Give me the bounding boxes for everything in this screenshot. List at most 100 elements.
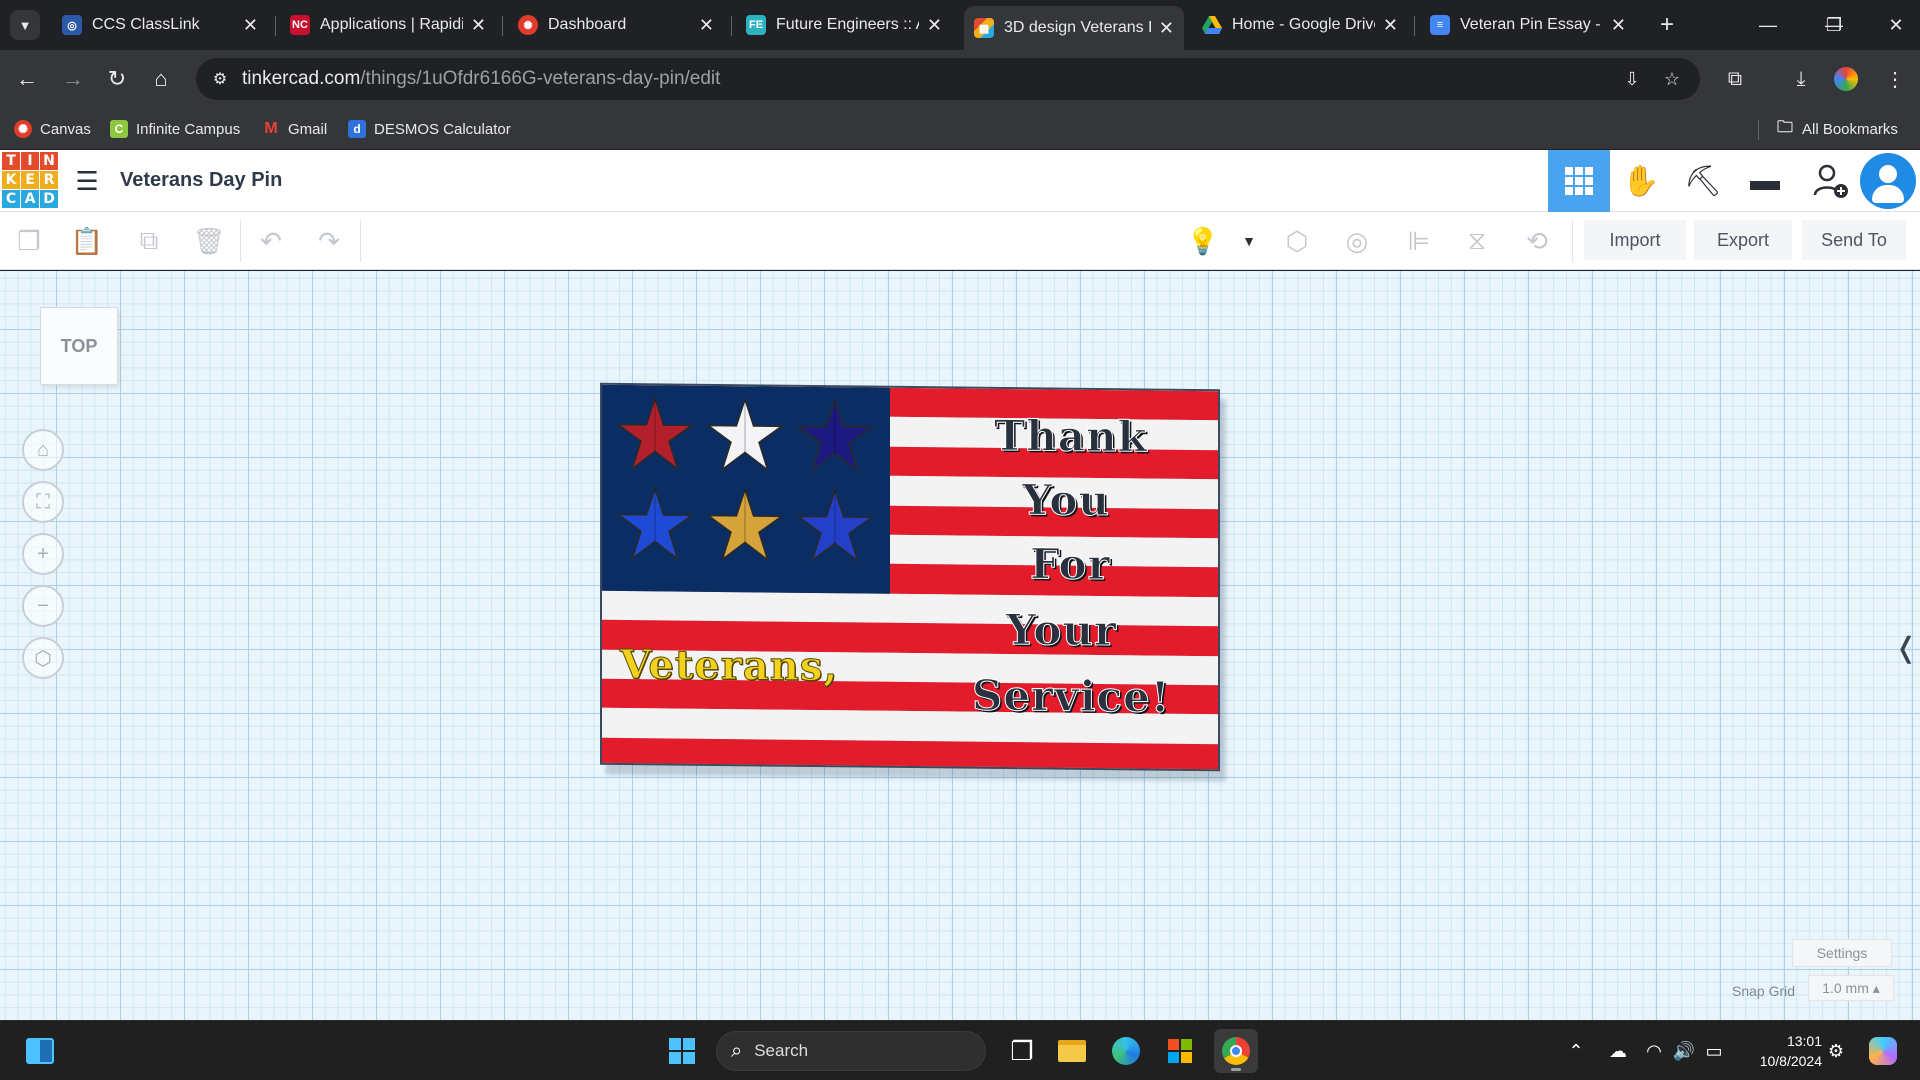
undo-icon[interactable]: ↶ xyxy=(254,224,288,258)
logo-letter: K xyxy=(2,171,20,189)
close-icon[interactable]: ✕ xyxy=(1383,15,1398,36)
export-button[interactable]: Export xyxy=(1694,220,1792,260)
taskbar-search[interactable]: ⌕ Search xyxy=(716,1031,986,1071)
back-icon[interactable]: ← xyxy=(12,64,42,94)
clock-date: 10/8/2024 xyxy=(1759,1053,1822,1069)
3d-design-view-icon[interactable] xyxy=(1548,150,1610,212)
group-icon[interactable]: ⬡ xyxy=(1280,224,1314,258)
tab-veteran-pin-essay[interactable]: ≡ Veteran Pin Essay - G ✕ xyxy=(1420,8,1636,42)
extensions-icon[interactable]: ⧉ xyxy=(1720,64,1750,94)
gmail-icon: M xyxy=(264,120,278,137)
url-path: /things/1uOfdr6166G-veterans-day-pin/edi… xyxy=(360,68,721,89)
tab-google-drive[interactable]: Home - Google Drive ✕ xyxy=(1192,8,1408,42)
paste-icon[interactable]: 📋 xyxy=(70,224,104,258)
file-explorer-icon[interactable] xyxy=(1050,1029,1094,1073)
tab-separator xyxy=(275,16,276,36)
pickaxe-icon[interactable]: ⛏ xyxy=(1672,150,1734,212)
fit-view-icon[interactable]: ⛶ xyxy=(22,481,64,523)
bookmark-gmail[interactable]: M Gmail xyxy=(262,118,327,140)
cruise-icon[interactable]: ⟲ xyxy=(1520,224,1554,258)
tab-search-button[interactable]: ▼ xyxy=(10,10,40,40)
close-icon[interactable]: ✕ xyxy=(1611,15,1626,36)
chevron-left-icon[interactable]: ❬ xyxy=(1894,627,1917,667)
download-icon[interactable]: ⤓ xyxy=(1786,64,1816,94)
ungroup-icon[interactable]: ◎ xyxy=(1340,224,1374,258)
chrome-icon[interactable] xyxy=(1214,1029,1258,1073)
site-info-icon[interactable]: ⚙ xyxy=(208,67,232,91)
invite-user-icon[interactable] xyxy=(1800,150,1862,212)
close-icon[interactable]: ✕ xyxy=(927,15,942,36)
address-bar[interactable]: ⚙ tinkercad.com/things/1uOfdr6166G-veter… xyxy=(196,58,1700,100)
tinkercad-header: T I N K E R C A D ☰ Veterans Day Pin ✋ ⛏… xyxy=(0,150,1920,212)
perspective-icon[interactable]: ⬡ xyxy=(22,637,64,679)
menu-kebab-icon[interactable]: ⋮ xyxy=(1880,64,1910,94)
chevron-up-icon[interactable]: ⌃ xyxy=(1562,1037,1590,1065)
restore-window-icon[interactable]: ❐ xyxy=(1814,8,1854,42)
new-tab-button[interactable]: + xyxy=(1652,10,1682,40)
system-clock[interactable]: 13:01 10/8/2024 xyxy=(1742,1031,1822,1071)
snap-grid-select[interactable]: 1.0 mm ▴ xyxy=(1808,975,1894,1001)
tab-future-engineers[interactable]: FE Future Engineers :: Al ✕ xyxy=(736,8,952,42)
edge-icon[interactable] xyxy=(1104,1029,1148,1073)
bookmark-desmos[interactable]: d DESMOS Calculator xyxy=(348,118,511,140)
design-list-icon[interactable]: ☰ xyxy=(72,166,102,196)
nc-icon: NC xyxy=(290,15,310,35)
close-window-icon[interactable]: ✕ xyxy=(1876,8,1916,42)
align-icon[interactable]: ⊫ xyxy=(1402,224,1436,258)
duplicate-icon[interactable]: ⧉ xyxy=(132,224,166,258)
close-icon[interactable]: ✕ xyxy=(243,15,258,36)
battery-icon[interactable]: ▭ xyxy=(1700,1037,1728,1065)
pin-text-you: You xyxy=(1022,475,1111,526)
copilot-icon[interactable] xyxy=(1866,1037,1900,1065)
mirror-icon[interactable]: ⧖ xyxy=(1460,224,1494,258)
tinkercad-logo[interactable]: T I N K E R C A D xyxy=(2,152,58,208)
close-icon[interactable]: ✕ xyxy=(1159,18,1174,39)
veterans-day-pin-model[interactable]: Thank You For Your Service! Veterans, xyxy=(600,382,1230,782)
install-app-icon[interactable]: ⇩ xyxy=(1620,67,1644,91)
logo-letter: T xyxy=(2,152,20,170)
task-view-icon[interactable]: ❐ xyxy=(1000,1029,1044,1073)
minimize-window-icon[interactable]: — xyxy=(1748,8,1788,42)
close-icon[interactable]: ✕ xyxy=(471,15,486,36)
bookmark-star-icon[interactable]: ☆ xyxy=(1660,67,1684,91)
volume-icon[interactable]: 🔊 xyxy=(1670,1037,1698,1065)
all-bookmarks[interactable]: 🗀 All Bookmarks xyxy=(1776,118,1898,140)
tab-rapididentity[interactable]: NC Applications | Rapidi ✕ xyxy=(280,8,496,42)
copy-icon[interactable]: ❐ xyxy=(12,224,46,258)
import-button[interactable]: Import xyxy=(1584,220,1686,260)
close-icon[interactable]: ✕ xyxy=(699,15,714,36)
windows-start-icon[interactable] xyxy=(660,1029,704,1073)
notification-settings-icon[interactable]: ⚙ xyxy=(1822,1037,1850,1065)
lightbulb-icon[interactable]: 💡 xyxy=(1186,224,1220,258)
profile-avatar-icon[interactable] xyxy=(1834,67,1858,91)
microsoft-store-icon[interactable] xyxy=(1158,1029,1202,1073)
bricks-icon[interactable]: ▬ xyxy=(1734,150,1796,212)
blocks-view-icon[interactable]: ✋ xyxy=(1610,150,1672,212)
tab-title: Applications | Rapidi xyxy=(320,16,463,33)
zoom-in-icon[interactable]: + xyxy=(22,533,64,575)
tab-dashboard[interactable]: ✺ Dashboard ✕ xyxy=(508,8,724,42)
wifi-icon[interactable]: ◠ xyxy=(1640,1037,1668,1065)
bookmark-infinite-campus[interactable]: C Infinite Campus xyxy=(110,118,240,140)
chevron-down-icon[interactable]: ▼ xyxy=(1232,224,1266,258)
workplane-canvas[interactable]: TOP ⌂ ⛶ + − ⬡ Thank You For Your Service… xyxy=(0,271,1920,1020)
tab-tinkercad[interactable]: ▦ 3D design Veterans D ✕ xyxy=(964,6,1184,50)
redo-icon[interactable]: ↷ xyxy=(312,224,346,258)
send-to-button[interactable]: Send To xyxy=(1802,220,1906,260)
user-avatar[interactable] xyxy=(1860,153,1916,209)
onedrive-icon[interactable]: ☁ xyxy=(1604,1037,1632,1065)
settings-button[interactable]: Settings xyxy=(1792,939,1892,967)
delete-icon[interactable]: 🗑 xyxy=(192,224,226,258)
forward-icon[interactable]: → xyxy=(58,64,88,94)
view-cube[interactable]: TOP xyxy=(40,307,118,385)
home-view-icon[interactable]: ⌂ xyxy=(22,429,64,471)
url-text[interactable]: tinkercad.com/things/1uOfdr6166G-veteran… xyxy=(242,68,720,90)
bookmark-canvas[interactable]: ✺ Canvas xyxy=(14,118,91,140)
tab-classlink[interactable]: ◎ CCS ClassLink ✕ xyxy=(52,8,268,42)
widgets-icon[interactable] xyxy=(18,1029,62,1073)
home-icon[interactable]: ⌂ xyxy=(146,64,176,94)
reload-icon[interactable]: ↻ xyxy=(102,64,132,94)
zoom-out-icon[interactable]: − xyxy=(22,585,64,627)
design-title[interactable]: Veterans Day Pin xyxy=(120,169,282,192)
tab-separator xyxy=(502,16,503,36)
